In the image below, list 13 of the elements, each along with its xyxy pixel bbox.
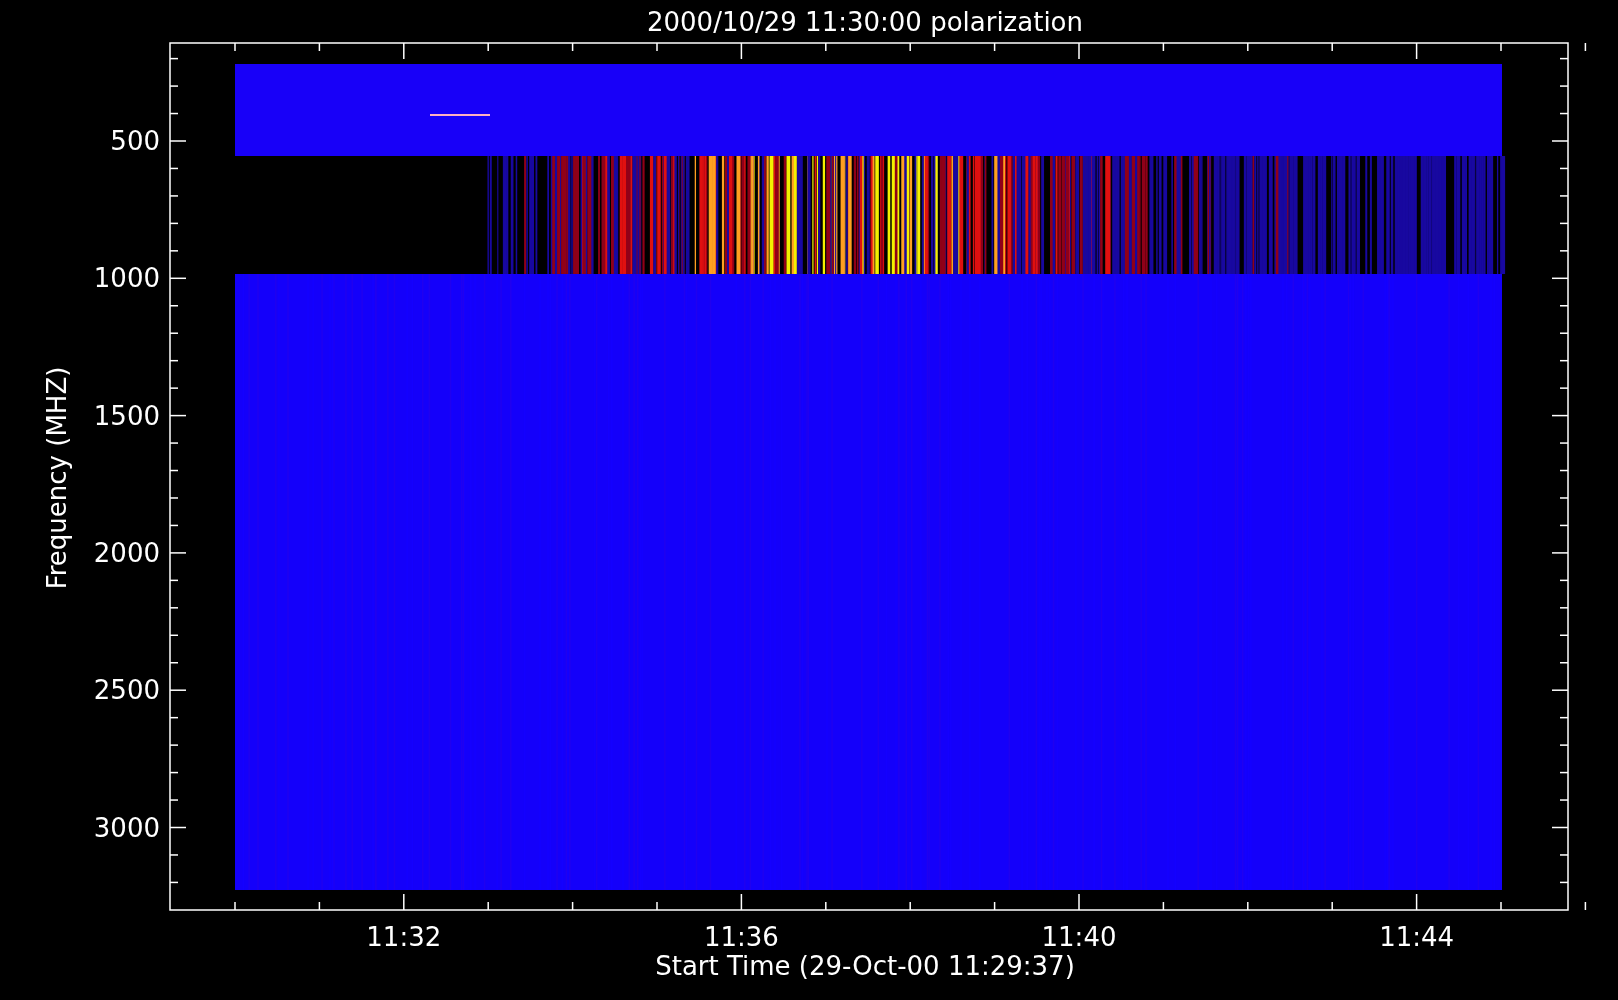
axis-label: Start Time (29-Oct-00 11:29:37) [655, 951, 1075, 981]
tick-label: 1000 [93, 263, 160, 294]
axis-label: Frequency (MHZ) [42, 366, 72, 590]
tick-label: 1500 [93, 400, 160, 431]
tick-label: 3000 [93, 812, 160, 843]
tick-label: 11:36 [703, 922, 779, 952]
tick-label: 500 [110, 126, 160, 156]
tick-label: 11:40 [1041, 922, 1117, 952]
tick-label: 11:32 [366, 922, 442, 952]
tick-label: 2500 [93, 675, 160, 706]
tick-label: 2000 [93, 537, 160, 568]
tick-label: 11:44 [1379, 922, 1455, 952]
plot-title: 2000/10/29 11:30:00 polarization [647, 7, 1083, 37]
